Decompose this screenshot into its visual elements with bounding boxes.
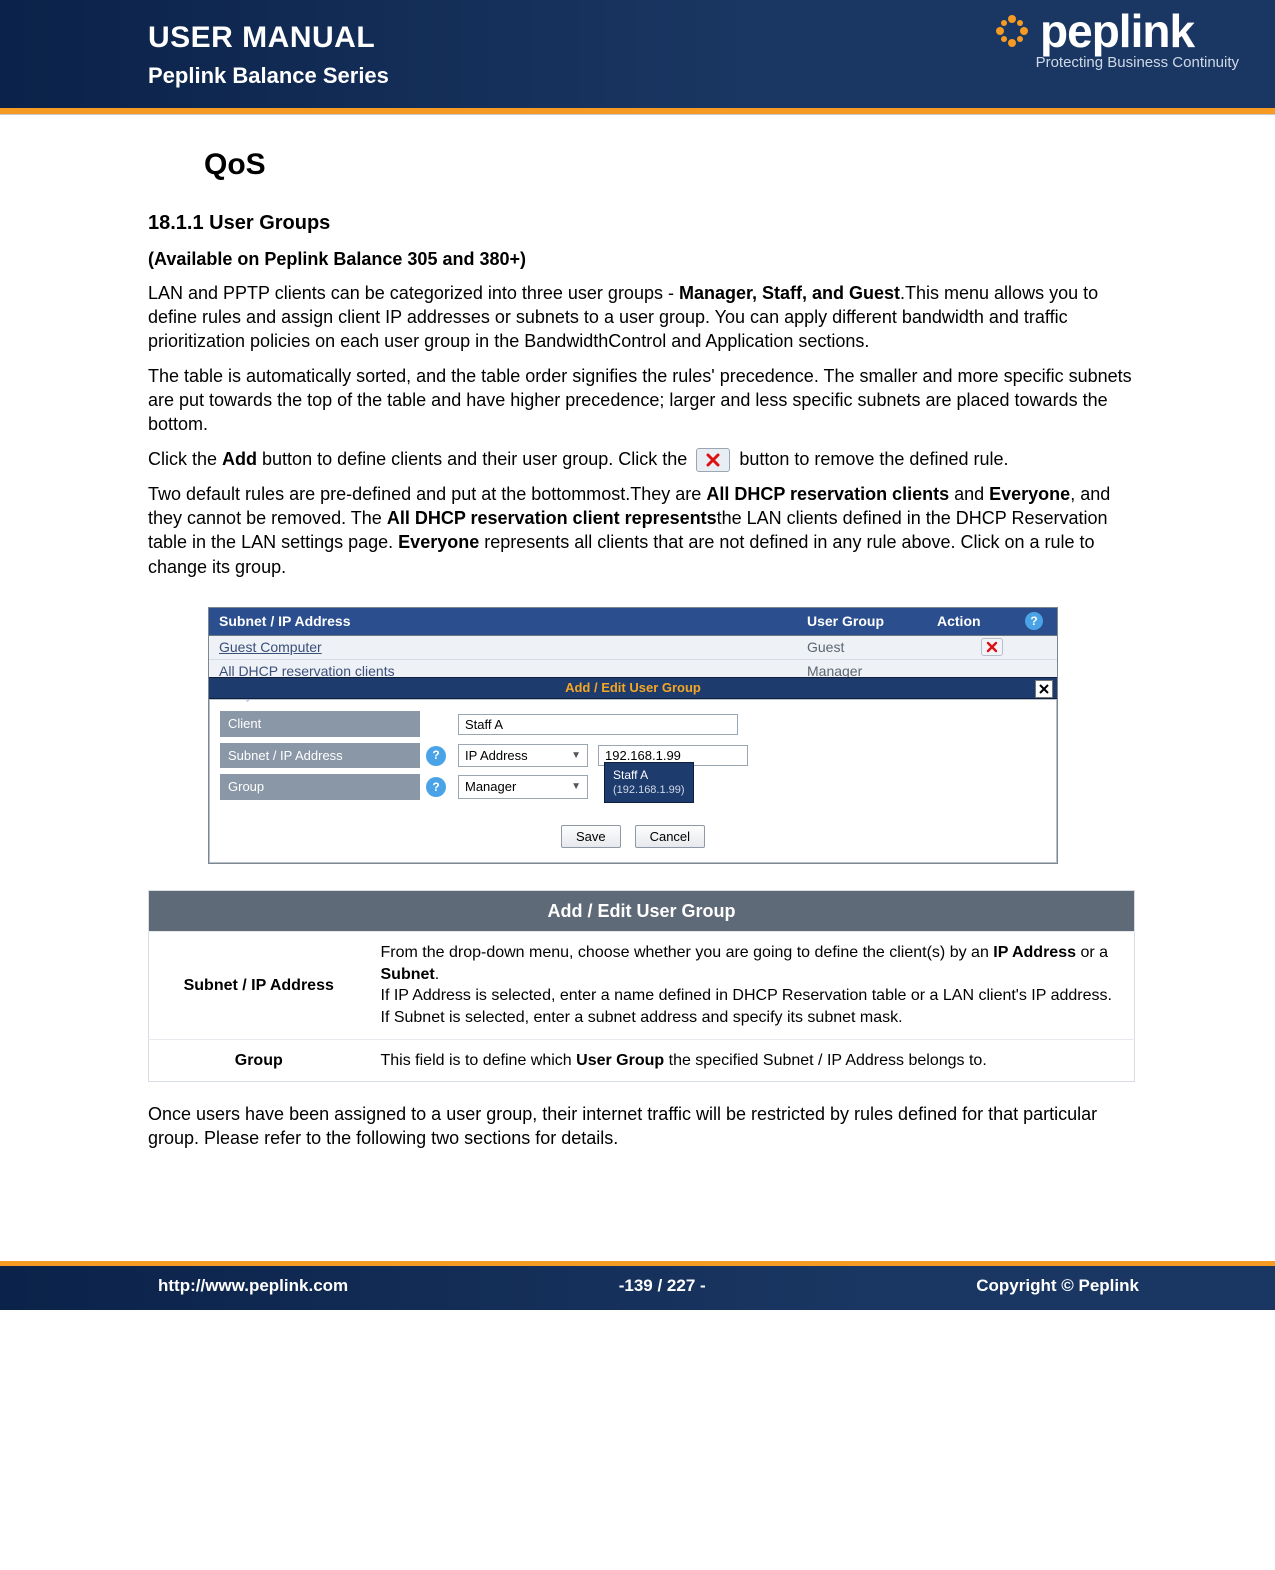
- doc-title: USER MANUAL: [148, 19, 389, 57]
- field-description-table: Add / Edit User Group Subnet / IP Addres…: [148, 890, 1135, 1082]
- help-icon[interactable]: ?: [426, 777, 446, 797]
- col-group: User Group: [807, 612, 937, 631]
- label-client: Client: [220, 711, 420, 737]
- client-input[interactable]: [458, 714, 738, 735]
- doc-footer: http://www.peplink.com -139 / 227 - Copy…: [0, 1261, 1275, 1310]
- row-group: Guest: [807, 638, 937, 657]
- label-group: Group: [220, 774, 420, 800]
- desc-val: From the drop-down menu, choose whether …: [369, 932, 1135, 1039]
- help-icon[interactable]: ?: [1025, 612, 1043, 630]
- chevron-down-icon: ▼: [571, 749, 581, 763]
- para-defaults: Two default rules are pre-defined and pu…: [148, 482, 1135, 579]
- desc-val: This field is to define which User Group…: [369, 1039, 1135, 1082]
- chevron-down-icon: ▼: [571, 780, 581, 794]
- help-icon[interactable]: ?: [426, 746, 446, 766]
- address-mode-select[interactable]: IP Address▼: [458, 744, 588, 768]
- group-select[interactable]: Manager▼: [458, 775, 588, 799]
- logo-dots-icon: [992, 11, 1032, 51]
- para-sort: The table is automatically sorted, and t…: [148, 364, 1135, 437]
- logo-word: peplink: [1040, 5, 1194, 57]
- close-icon[interactable]: [1035, 680, 1053, 698]
- modal-title: Add / Edit User Group: [565, 679, 701, 697]
- desc-key: Group: [149, 1039, 369, 1082]
- label-subnet: Subnet / IP Address: [220, 743, 420, 769]
- availability-note: (Available on Peplink Balance 305 and 38…: [148, 247, 1135, 271]
- desc-table-title: Add / Edit User Group: [149, 890, 1135, 931]
- usergroup-table-screenshot: Subnet / IP Address User Group Action ? …: [208, 607, 1058, 864]
- heading-section: 18.1.1 User Groups: [148, 210, 1135, 237]
- table-row[interactable]: Guest Computer Guest: [209, 636, 1057, 660]
- para-after-table: Once users have been assigned to a user …: [148, 1102, 1135, 1151]
- doc-header: USER MANUAL Peplink Balance Series pepli…: [0, 0, 1275, 108]
- save-button[interactable]: Save: [561, 825, 621, 848]
- col-action: Action ?: [937, 612, 1047, 631]
- modal-titlebar: Add / Edit User Group: [209, 677, 1057, 699]
- page-content: QoS 18.1.1 User Groups (Available on Pep…: [0, 115, 1275, 1221]
- delete-icon: [696, 448, 730, 472]
- footer-url: http://www.peplink.com: [158, 1276, 348, 1296]
- brand-logo: peplink Protecting Business Continuity: [992, 4, 1239, 71]
- col-subnet: Subnet / IP Address: [219, 612, 807, 631]
- delete-row-icon[interactable]: [981, 638, 1003, 656]
- row-name[interactable]: Guest Computer: [219, 638, 807, 657]
- table-row: Group This field is to define which User…: [149, 1039, 1135, 1082]
- footer-page: -139 / 227 -: [619, 1276, 706, 1296]
- doc-subtitle: Peplink Balance Series: [148, 62, 389, 90]
- footer-copyright: Copyright © Peplink: [976, 1276, 1139, 1296]
- para-intro: LAN and PPTP clients can be categorized …: [148, 281, 1135, 354]
- para-add-remove: Click the Add button to define clients a…: [148, 447, 1135, 472]
- desc-key: Subnet / IP Address: [149, 932, 369, 1039]
- modal-body: Client Subnet / IP Address ? IP Address▼: [209, 699, 1057, 863]
- heading-qos: QoS: [204, 145, 1135, 186]
- cancel-button[interactable]: Cancel: [635, 825, 705, 848]
- autocomplete-suggestion[interactable]: Staff A (192.168.1.99): [604, 762, 694, 803]
- table-row: Subnet / IP Address From the drop-down m…: [149, 932, 1135, 1039]
